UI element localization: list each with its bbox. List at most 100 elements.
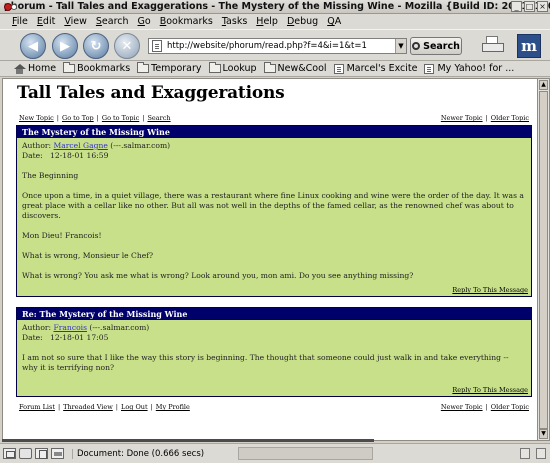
older-topic-link[interactable]: Older Topic <box>491 114 529 122</box>
reply-area: Reply To This Message <box>452 286 528 294</box>
reply-link[interactable]: Reply To This Message <box>452 286 528 294</box>
menu-tasks[interactable]: Tasks <box>222 16 247 27</box>
message-subject: The Mystery of the Missing Wine <box>17 126 531 138</box>
mail-icon[interactable] <box>19 448 32 459</box>
bookmark-icon <box>333 63 344 74</box>
personal-item-home[interactable]: Home <box>14 63 56 74</box>
home-icon <box>14 63 26 74</box>
page-proxy-icon[interactable] <box>152 40 162 52</box>
message-paragraph: The Beginning <box>22 171 79 180</box>
personal-item-lookup[interactable]: Lookup <box>208 62 257 74</box>
log-out-link[interactable]: Log Out <box>121 403 148 411</box>
message-author-line: Author: Francois (---.salmar.com) <box>22 323 150 332</box>
older-topic-link[interactable]: Older Topic <box>491 403 529 411</box>
message-date: 12-18-01 16:59 <box>49 151 109 160</box>
online-status-icon[interactable] <box>520 448 530 459</box>
search-button[interactable]: Search <box>410 37 462 55</box>
newer-topic-link[interactable]: Newer Topic <box>441 403 483 411</box>
menu-help[interactable]: Help <box>256 16 278 27</box>
new-topic-link[interactable]: New Topic <box>19 114 54 122</box>
menu-debug[interactable]: Debug <box>287 16 318 27</box>
url-bar[interactable]: http://website/phorum/read.php?f=4&i=1&t… <box>148 38 407 54</box>
author-link[interactable]: Marcel Gagne <box>54 141 108 150</box>
top-nav-links: New Topic | Go to Top | Go to Topic | Search N… <box>19 114 529 122</box>
personal-item-temporary[interactable]: Temporary <box>137 62 202 74</box>
url-dropdown-icon[interactable]: ▼ <box>395 39 406 53</box>
composer-icon[interactable] <box>35 448 48 459</box>
message-paragraph: Mon Dieu! Francois! <box>22 231 102 240</box>
menu-go[interactable]: Go <box>138 16 151 27</box>
search-icon <box>412 42 421 50</box>
reply-link[interactable]: Reply To This Message <box>452 386 528 394</box>
horizontal-scrollbar[interactable] <box>2 439 374 442</box>
navigator-icon[interactable] <box>3 448 16 459</box>
status-text: Document: Done (0.666 secs) <box>72 448 204 459</box>
menu-search[interactable]: Search <box>96 16 129 27</box>
message-date-line: Date: 12-18-01 16:59 <box>22 151 109 160</box>
menu-view[interactable]: View <box>64 16 87 27</box>
forward-arrow-icon[interactable]: ▶ <box>52 33 78 59</box>
bottom-nav-left: Forum List | Threaded View | Log Out | My Prof… <box>19 403 190 411</box>
status-bar: Document: Done (0.666 secs) <box>0 443 550 463</box>
print-icon[interactable] <box>480 35 506 55</box>
minimize-icon[interactable]: _ <box>511 1 522 12</box>
address-book-icon[interactable] <box>51 448 64 459</box>
progress-meter <box>238 447 373 460</box>
go-to-topic-link[interactable]: Go to Topic <box>102 114 139 122</box>
message-author-line: Author: Marcel Gagne (---.salmar.com) <box>22 141 171 150</box>
throbber-logo[interactable]: m <box>517 34 541 58</box>
author-host: (---.salmar.com) <box>89 323 150 332</box>
folder-icon <box>63 62 76 73</box>
menu-bar: File Edit View Search Go Bookmarks Tasks… <box>0 14 550 29</box>
search-link[interactable]: Search <box>147 114 170 122</box>
scroll-up-icon[interactable]: ▲ <box>539 80 548 90</box>
window-title: phorum - Tall Tales and Exaggerations - … <box>4 1 550 12</box>
url-text[interactable]: http://website/phorum/read.php?f=4&i=1&t… <box>167 41 395 51</box>
personal-item-excite[interactable]: Marcel's Excite <box>333 63 417 74</box>
bookmark-icon <box>424 63 435 74</box>
bottom-nav-links: Forum List | Threaded View | Log Out | My Prof… <box>19 403 529 411</box>
message-body: Author: Francois (---.salmar.com) Date: … <box>17 320 531 373</box>
message-date: 12-18-01 17:05 <box>49 333 109 342</box>
menu-qa[interactable]: QA <box>327 16 341 27</box>
reload-icon[interactable]: ↻ <box>83 33 109 59</box>
go-to-top-link[interactable]: Go to Top <box>62 114 94 122</box>
author-host: (---.salmar.com) <box>110 141 171 150</box>
message-1: The Mystery of the Missing Wine Author: … <box>16 125 532 297</box>
maximize-icon[interactable]: □ <box>524 1 535 12</box>
search-button-label: Search <box>423 40 460 52</box>
menu-bookmarks[interactable]: Bookmarks <box>160 16 213 27</box>
status-indicators <box>520 448 546 459</box>
window-title-bar: phorum - Tall Tales and Exaggerations - … <box>0 0 550 14</box>
back-arrow-icon[interactable]: ◀ <box>20 33 46 59</box>
scrollbar-thumb[interactable] <box>539 91 548 429</box>
bottom-nav-right: Newer Topic | Older Topic <box>440 403 529 411</box>
personal-item-bookmarks[interactable]: Bookmarks <box>63 62 130 74</box>
message-2: Re: The Mystery of the Missing Wine Auth… <box>16 307 532 397</box>
newer-topic-link[interactable]: Newer Topic <box>441 114 483 122</box>
personal-toolbar: Home Bookmarks Temporary Lookup New&Cool… <box>0 61 550 77</box>
reply-area: Reply To This Message <box>452 386 528 394</box>
author-link[interactable]: Francois <box>54 323 87 332</box>
page-title: Tall Tales and Exaggerations <box>17 83 285 103</box>
message-subject: Re: The Mystery of the Missing Wine <box>17 308 531 320</box>
folder-icon <box>137 62 150 73</box>
personal-item-newcool[interactable]: New&Cool <box>263 62 327 74</box>
window-controls: _ □ × <box>511 1 548 12</box>
scroll-down-icon[interactable]: ▼ <box>539 429 548 439</box>
menu-file[interactable]: File <box>12 16 28 27</box>
folder-icon <box>208 62 221 73</box>
message-paragraph: Once upon a time, in a quiet village, th… <box>22 191 524 220</box>
message-paragraph: What is wrong, Monsieur le Chef? <box>22 251 154 260</box>
message-paragraph: What is wrong? You ask me what is wrong?… <box>22 271 414 280</box>
my-profile-link[interactable]: My Profile <box>156 403 190 411</box>
threaded-view-link[interactable]: Threaded View <box>63 403 113 411</box>
forum-list-link[interactable]: Forum List <box>19 403 55 411</box>
close-icon[interactable]: × <box>537 1 548 12</box>
stop-icon[interactable]: ✕ <box>114 33 140 59</box>
security-lock-icon <box>536 448 546 459</box>
folder-icon <box>263 62 276 73</box>
personal-item-yahoo[interactable]: My Yahoo! for ... <box>424 63 514 74</box>
vertical-scrollbar[interactable]: ▲ ▼ <box>538 78 550 441</box>
menu-edit[interactable]: Edit <box>37 16 55 27</box>
